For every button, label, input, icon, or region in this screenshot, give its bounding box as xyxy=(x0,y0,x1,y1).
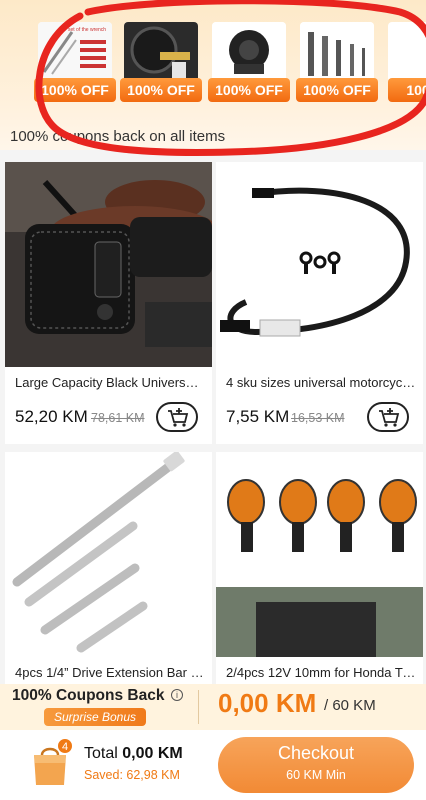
deal-off-badge: 100% OFF xyxy=(208,78,290,102)
cart-plus-icon xyxy=(168,408,189,427)
coupon-back-notice: 100% coupons back on all items xyxy=(10,128,226,145)
cart-plus-icon xyxy=(379,408,400,427)
bonus-target: / 60 KM xyxy=(324,697,376,714)
surprise-bonus-tag: Surprise Bonus xyxy=(44,708,146,726)
deal-thumb-text: set of the wrench xyxy=(68,27,106,33)
total-label: Total xyxy=(84,745,123,762)
saved-amount: Saved: 62,98 KM xyxy=(84,768,180,782)
checkout-button[interactable]: Checkout 60 KM Min xyxy=(218,737,414,793)
deal-image-oil-cap xyxy=(212,22,286,82)
checkout-label: Checkout xyxy=(277,743,355,763)
deal-off-badge: 100 xyxy=(388,78,426,102)
product-title[interactable]: 2/4pcs 12V 10mm for Honda Turn Signal xyxy=(226,665,416,680)
product-image-extension-bars xyxy=(5,452,212,657)
product-card[interactable]: Large Capacity Black Universal Motorcycl… xyxy=(5,162,212,444)
deal-item[interactable]: 100% OFF xyxy=(296,22,378,104)
divider xyxy=(198,690,199,724)
add-to-cart-button[interactable] xyxy=(367,402,409,432)
deal-image-tool-kit: set of the wrench xyxy=(38,22,112,82)
checkout-bar: 4 Total 0,00 KM Saved: 62,98 KM Checkout… xyxy=(0,730,426,800)
add-to-cart-button[interactable] xyxy=(156,402,198,432)
cart-count-badge: 4 xyxy=(57,738,73,754)
total-row: Total 0,00 KM xyxy=(84,745,183,763)
deal-off-badge: 100% OFF xyxy=(34,78,116,102)
deal-off-badge: 100% OFF xyxy=(296,78,378,102)
deal-item[interactable]: 100 xyxy=(388,22,426,104)
total-value: 0,00 KM xyxy=(122,745,183,762)
deal-item[interactable]: 100% OFF xyxy=(120,22,202,104)
deal-image-partial xyxy=(388,22,426,82)
deals-banner: set of the wrench 100% OFF 100% OFF 100%… xyxy=(0,0,426,156)
product-image-turn-signals xyxy=(216,452,423,657)
product-price: 52,20 KM xyxy=(15,407,88,426)
product-title[interactable]: Large Capacity Black Universal Motorcycl… xyxy=(15,375,205,390)
product-original-price: 16,53 KM xyxy=(291,411,345,425)
product-original-price: 78,61 KM xyxy=(91,411,145,425)
product-image-brake-hose xyxy=(216,162,423,367)
product-price: 7,55 KM xyxy=(226,407,290,426)
coupon-bonus-bar: 100% Coupons Back i Surprise Bonus 0,00 … xyxy=(0,684,426,730)
bonus-amount: 0,00 KM xyxy=(218,688,317,718)
product-card[interactable]: 4 sku sizes universal motorcycle brake h… xyxy=(216,162,423,444)
deal-item[interactable]: set of the wrench 100% OFF xyxy=(34,22,116,104)
deal-image-tire-inflator xyxy=(124,22,198,82)
product-image-saddle-bag xyxy=(5,162,212,367)
product-title[interactable]: 4pcs 1/4” Drive Extension Bar Set xyxy=(15,665,205,680)
product-card[interactable]: 2/4pcs 12V 10mm for Honda Turn Signal xyxy=(216,452,423,684)
product-title[interactable]: 4 sku sizes universal motorcycle brake h… xyxy=(226,375,416,390)
product-card[interactable]: 4pcs 1/4” Drive Extension Bar Set xyxy=(5,452,212,684)
deal-off-badge: 100% OFF xyxy=(120,78,202,102)
info-icon[interactable]: i xyxy=(171,689,183,701)
deal-item[interactable]: 100% OFF xyxy=(208,22,290,104)
deal-image-screw-extractors xyxy=(300,22,374,82)
checkout-minimum: 60 KM Min xyxy=(286,768,346,782)
bonus-title: 100% Coupons Back xyxy=(12,687,165,704)
